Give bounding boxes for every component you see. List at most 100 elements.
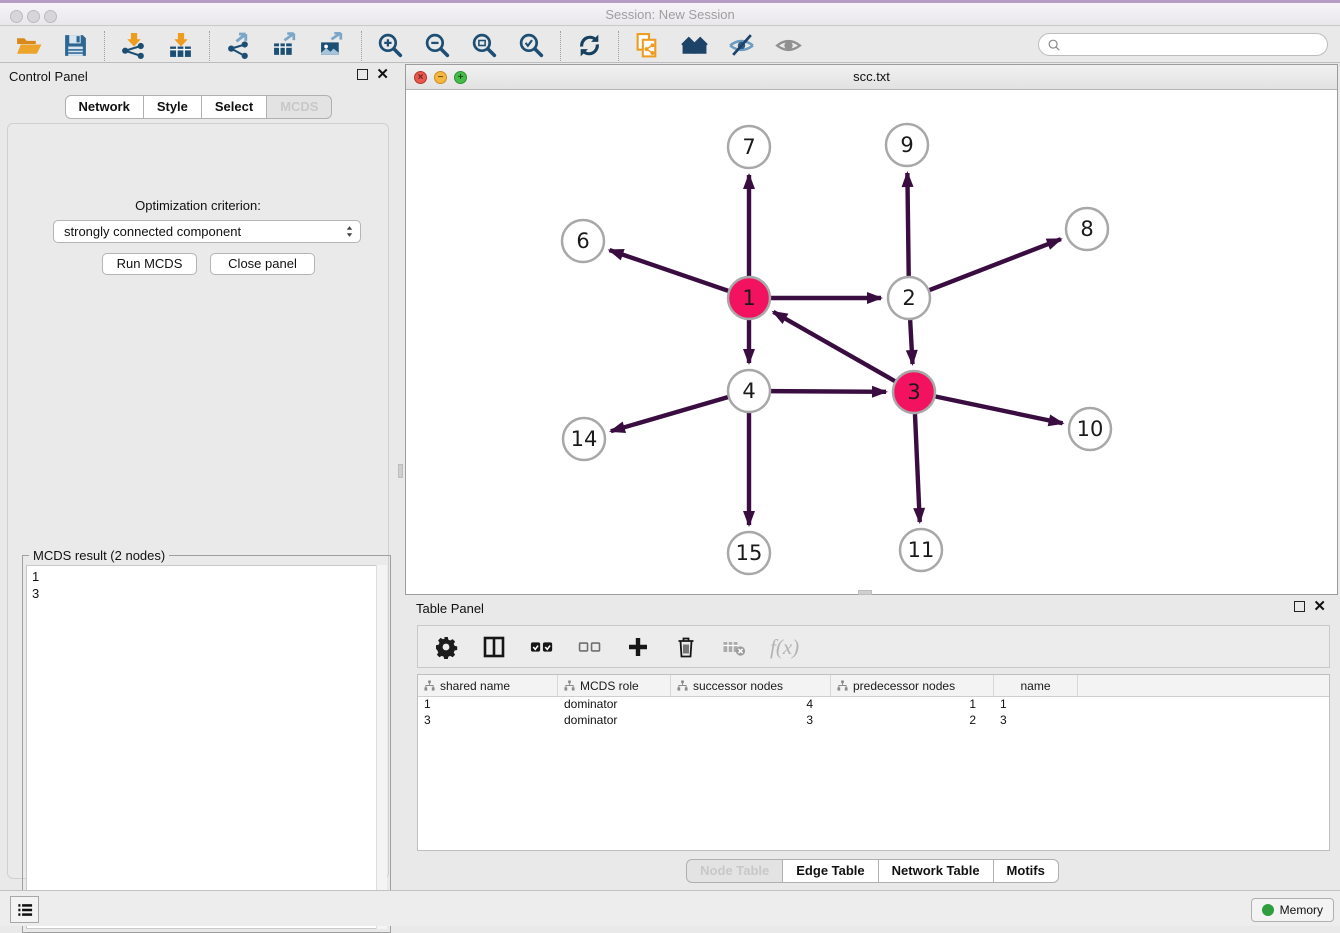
table-panel-tabs: Node TableEdge TableNetwork TableMotifs <box>686 859 1059 883</box>
column-header-predecessor-nodes[interactable]: predecessor nodes <box>831 675 994 696</box>
edge-2-3[interactable] <box>910 320 912 364</box>
table-cell[interactable]: dominator <box>558 713 671 729</box>
first-neighbors-icon[interactable] <box>681 32 708 59</box>
zoom-out-icon[interactable] <box>424 32 451 59</box>
control-panel: Control Panel ✕ NetworkStyleSelectMCDS O… <box>0 63 397 890</box>
hide-selected-icon[interactable] <box>728 32 755 59</box>
table-cell[interactable]: 4 <box>671 697 831 713</box>
control-panel-float-button[interactable] <box>357 69 368 80</box>
splitter-grip-vertical[interactable] <box>398 464 403 478</box>
add-row-icon[interactable] <box>626 635 650 659</box>
tab-select[interactable]: Select <box>202 95 267 119</box>
edge-4-14[interactable] <box>611 397 728 431</box>
table-settings-icon[interactable] <box>434 635 458 659</box>
tab-mcds[interactable]: MCDS <box>267 95 332 119</box>
zoom-fit-icon[interactable] <box>471 32 498 59</box>
control-panel-tabs: NetworkStyleSelectMCDS <box>65 95 333 119</box>
tree-icon <box>564 680 575 691</box>
control-panel-title: Control Panel <box>9 69 88 84</box>
list-icon <box>15 900 35 920</box>
table-row[interactable]: 1dominator411 <box>418 697 1329 713</box>
node-label-9: 9 <box>900 133 913 157</box>
export-network-icon[interactable] <box>225 32 252 59</box>
import-network-icon[interactable] <box>120 32 147 59</box>
node-label-10: 10 <box>1077 417 1104 441</box>
export-table-icon[interactable] <box>272 32 299 59</box>
edge-4-3[interactable] <box>771 391 886 392</box>
tab-network-table[interactable]: Network Table <box>879 859 994 883</box>
select-all-icon[interactable] <box>530 635 554 659</box>
open-session-icon[interactable] <box>15 32 42 59</box>
export-image-icon[interactable] <box>319 32 346 59</box>
tab-style[interactable]: Style <box>144 95 202 119</box>
apply-layout-icon[interactable] <box>576 32 603 59</box>
status-bar: Memory <box>0 890 1340 926</box>
table-cell[interactable]: 3 <box>671 713 831 729</box>
deselect-all-icon[interactable] <box>578 635 602 659</box>
network-window-titlebar[interactable]: × − + scc.txt <box>406 65 1337 90</box>
zoom-in-icon[interactable] <box>377 32 404 59</box>
column-header-name[interactable]: name <box>994 675 1078 696</box>
node-label-15: 15 <box>736 541 763 565</box>
edge-3-10[interactable] <box>936 397 1063 424</box>
close-panel-button[interactable]: Close panel <box>210 253 315 275</box>
node-label-6: 6 <box>576 229 589 253</box>
node-label-8: 8 <box>1080 217 1093 241</box>
tree-icon <box>837 680 848 691</box>
table-row[interactable]: 3dominator323 <box>418 713 1329 729</box>
tree-icon <box>677 680 688 691</box>
edge-3-1[interactable] <box>773 312 895 381</box>
memory-label: Memory <box>1280 903 1323 917</box>
table-cell[interactable]: 1 <box>831 697 994 713</box>
tab-motifs[interactable]: Motifs <box>994 859 1059 883</box>
node-label-3: 3 <box>907 380 920 404</box>
edge-1-6[interactable] <box>609 250 728 291</box>
new-network-from-selection-icon[interactable] <box>634 32 661 59</box>
mcds-result-text[interactable]: 1 3 <box>26 565 387 929</box>
tab-node-table[interactable]: Node Table <box>686 859 783 883</box>
node-label-11: 11 <box>908 538 935 562</box>
window-title: Session: New Session <box>0 7 1340 22</box>
tab-edge-table[interactable]: Edge Table <box>783 859 878 883</box>
optimization-criterion-value: strongly connected component <box>64 224 345 239</box>
save-session-icon[interactable] <box>62 32 89 59</box>
search-input[interactable] <box>1038 33 1328 56</box>
edge-3-11[interactable] <box>915 414 920 522</box>
table-panel-float-button[interactable] <box>1294 601 1305 612</box>
column-header-successor-nodes[interactable]: successor nodes <box>671 675 831 696</box>
run-mcds-button[interactable]: Run MCDS <box>102 253 197 275</box>
node-table: shared name MCDS rolesuccessor nodes prede… <box>417 674 1330 851</box>
column-label: shared name <box>440 679 510 693</box>
network-canvas[interactable]: 7968124314101511 <box>406 90 1337 594</box>
task-history-button[interactable] <box>10 896 39 923</box>
tab-network[interactable]: Network <box>65 95 144 119</box>
tree-icon <box>424 680 435 691</box>
column-label: predecessor nodes <box>853 679 955 693</box>
control-panel-close-button[interactable]: ✕ <box>376 69 389 80</box>
table-cell[interactable]: 3 <box>418 713 558 729</box>
import-table-icon[interactable] <box>167 32 194 59</box>
column-header-shared-name[interactable]: shared name <box>418 675 558 696</box>
table-cell[interactable]: 1 <box>994 697 1078 713</box>
mcds-result-scrollbar[interactable] <box>376 565 387 929</box>
edge-2-8[interactable] <box>930 239 1061 290</box>
edge-2-9[interactable] <box>907 173 908 276</box>
node-table-body: 1dominator4113dominator323 <box>418 697 1329 729</box>
node-label-14: 14 <box>571 427 598 451</box>
optimization-criterion-label: Optimization criterion: <box>8 198 388 213</box>
main-toolbar <box>0 29 1340 63</box>
column-header-MCDS-role[interactable]: MCDS role <box>558 675 671 696</box>
table-panel-close-button[interactable]: ✕ <box>1313 601 1326 612</box>
table-cell[interactable]: 1 <box>418 697 558 713</box>
table-cell[interactable]: 2 <box>831 713 994 729</box>
toggle-columns-icon[interactable] <box>482 635 506 659</box>
memory-button[interactable]: Memory <box>1251 898 1334 922</box>
node-label-1: 1 <box>742 286 755 310</box>
table-cell[interactable]: dominator <box>558 697 671 713</box>
zoom-selected-icon[interactable] <box>518 32 545 59</box>
search-field[interactable] <box>1061 38 1327 52</box>
optimization-criterion-select[interactable]: strongly connected component <box>53 220 361 243</box>
table-cell[interactable]: 3 <box>994 713 1078 729</box>
mcds-result-title: MCDS result (2 nodes) <box>29 548 169 563</box>
delete-row-icon[interactable] <box>674 635 698 659</box>
